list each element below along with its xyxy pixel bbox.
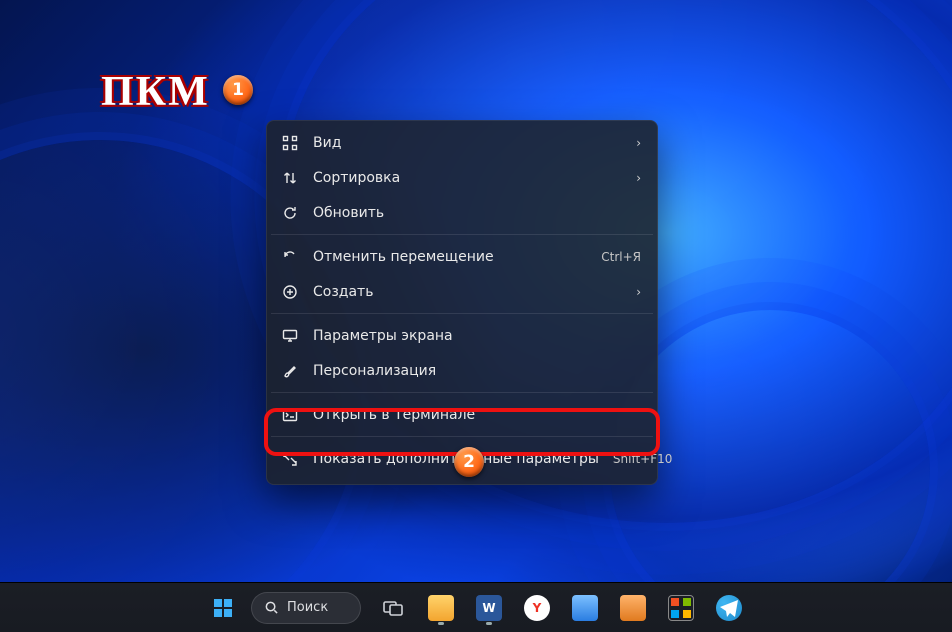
monitor-icon xyxy=(281,327,299,345)
taskbar-search-label: Поиск xyxy=(287,600,328,615)
taskbar-app-store[interactable] xyxy=(661,588,701,628)
search-icon xyxy=(264,600,279,615)
menu-separator xyxy=(271,436,653,437)
folder-icon xyxy=(572,595,598,621)
menu-item-label: Персонализация xyxy=(313,363,641,379)
menu-item-undo-move[interactable]: Отменить перемещение Ctrl+Я xyxy=(267,239,657,274)
menu-separator xyxy=(271,234,653,235)
menu-item-sort[interactable]: Сортировка › xyxy=(267,160,657,195)
terminal-icon xyxy=(281,406,299,424)
menu-item-refresh[interactable]: Обновить xyxy=(267,195,657,230)
taskbar-app-files[interactable] xyxy=(565,588,605,628)
task-view-button[interactable] xyxy=(373,588,413,628)
menu-item-label: Открыть в Терминале xyxy=(313,407,641,423)
expand-icon xyxy=(281,450,299,468)
menu-separator xyxy=(271,392,653,393)
plus-circle-icon xyxy=(281,283,299,301)
windows-logo-icon xyxy=(211,596,235,620)
undo-icon xyxy=(281,248,299,266)
annotation-step-1-badge: 1 xyxy=(223,75,253,105)
chevron-right-icon: › xyxy=(636,285,641,299)
start-button[interactable] xyxy=(203,588,243,628)
task-view-icon xyxy=(381,596,405,620)
taskbar-search[interactable]: Поиск xyxy=(251,592,361,624)
taskbar-app-word[interactable]: W xyxy=(469,588,509,628)
menu-item-create[interactable]: Создать › xyxy=(267,274,657,309)
taskbar-app-tool[interactable] xyxy=(613,588,653,628)
taskbar-app-yandex[interactable]: Y xyxy=(517,588,557,628)
taskbar-app-explorer[interactable] xyxy=(421,588,461,628)
store-icon xyxy=(668,595,694,621)
chevron-right-icon: › xyxy=(636,171,641,185)
box-icon xyxy=(620,595,646,621)
menu-item-label: Обновить xyxy=(313,205,641,221)
refresh-icon xyxy=(281,204,299,222)
menu-item-open-terminal[interactable]: Открыть в Терминале xyxy=(267,397,657,432)
word-icon: W xyxy=(476,595,502,621)
annotation-rmb-label: ПКМ xyxy=(101,68,210,116)
yandex-icon: Y xyxy=(524,595,550,621)
taskbar: Поиск W Y xyxy=(0,582,952,632)
menu-item-label: Параметры экрана xyxy=(313,328,641,344)
menu-item-personalize[interactable]: Персонализация xyxy=(267,353,657,388)
menu-item-label: Создать xyxy=(313,284,622,300)
menu-item-display-settings[interactable]: Параметры экрана xyxy=(267,318,657,353)
file-explorer-icon xyxy=(428,595,454,621)
brush-icon xyxy=(281,362,299,380)
menu-separator xyxy=(271,313,653,314)
chevron-right-icon: › xyxy=(636,136,641,150)
desktop-context-menu: Вид › Сортировка › Обновить Отменить пер… xyxy=(266,120,658,485)
menu-item-view[interactable]: Вид › xyxy=(267,125,657,160)
telegram-icon xyxy=(716,595,742,621)
menu-item-label: Отменить перемещение xyxy=(313,249,587,265)
taskbar-app-telegram[interactable] xyxy=(709,588,749,628)
menu-item-label: Сортировка xyxy=(313,170,622,186)
menu-item-shortcut: Ctrl+Я xyxy=(601,250,641,264)
annotation-step-2-badge: 2 xyxy=(454,447,484,477)
view-grid-icon xyxy=(281,134,299,152)
menu-item-label: Вид xyxy=(313,135,622,151)
menu-item-shortcut: Shift+F10 xyxy=(613,452,673,466)
sort-icon xyxy=(281,169,299,187)
